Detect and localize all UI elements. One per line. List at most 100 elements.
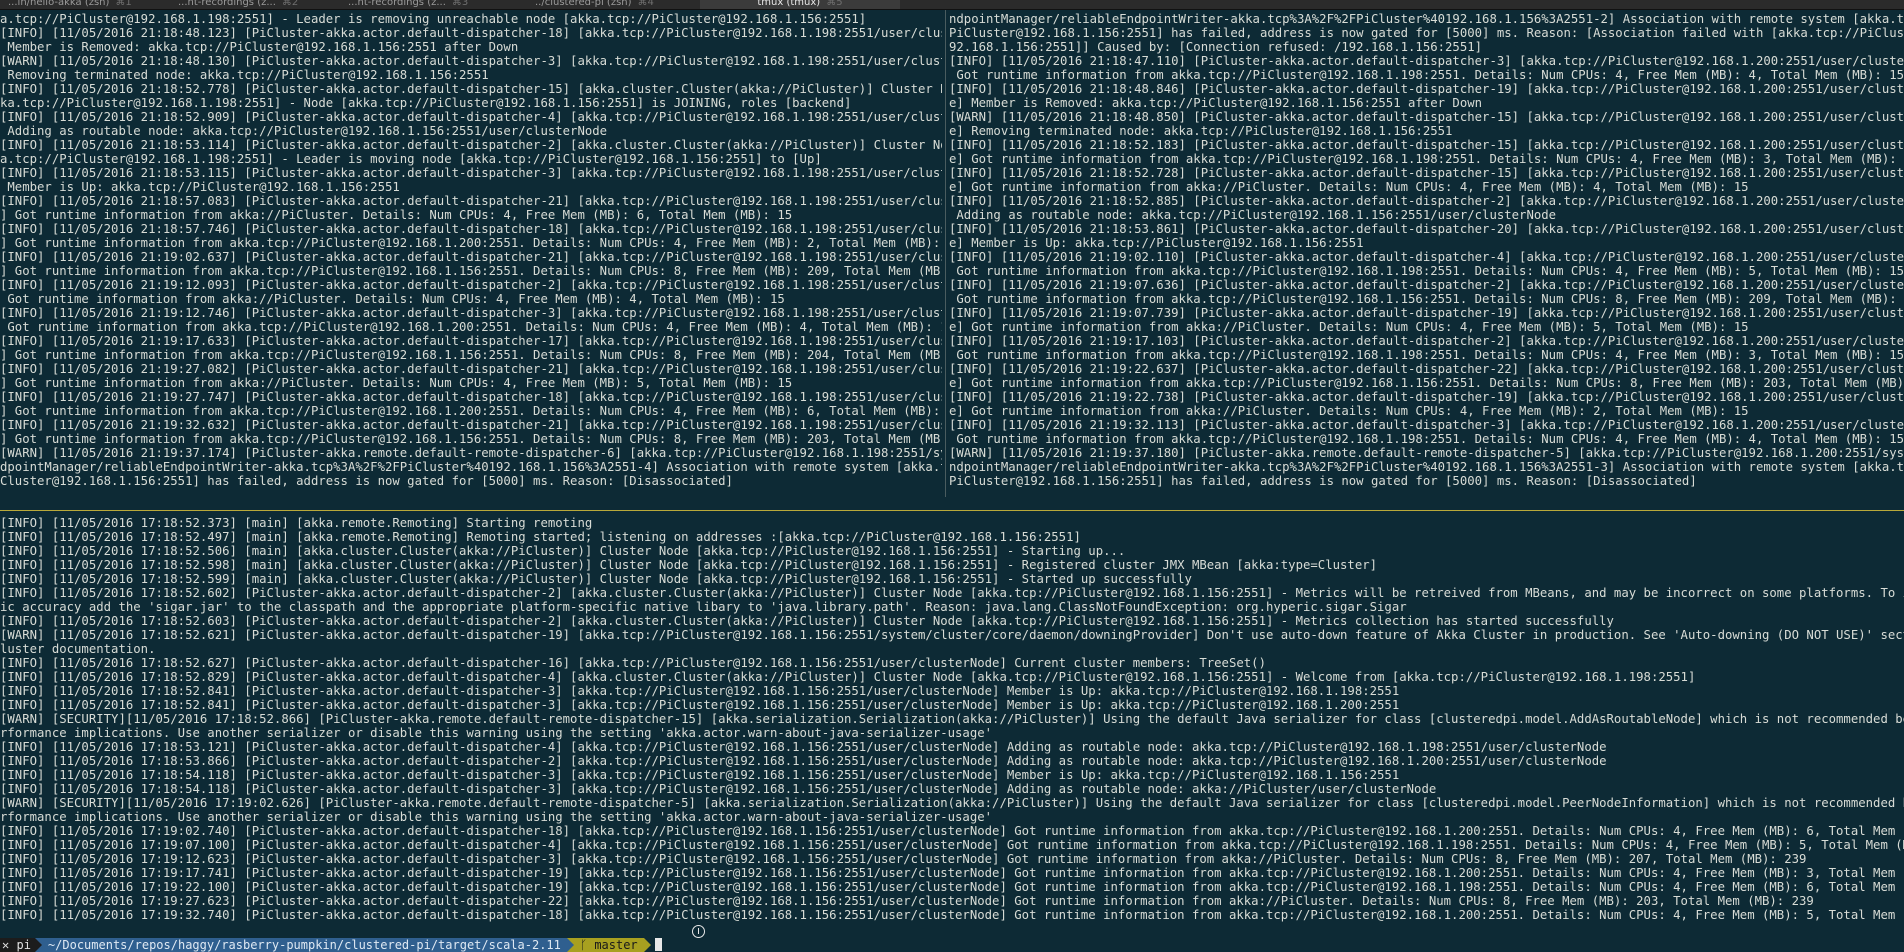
log-line: [INFO] [11/05/2016 17:18:52.373] [main] … <box>0 516 593 530</box>
log-line: e] Member is Up: akka.tcp://PiCluster@19… <box>949 236 1364 250</box>
log-line: Got runtime information from akka.tcp://… <box>949 292 1904 306</box>
log-line: [INFO] [11/05/2016 17:18:52.506] [main] … <box>0 544 1126 558</box>
log-line: a.tcp://PiCluster@192.168.1.198:2551] - … <box>0 12 867 26</box>
shell-prompt[interactable]: ✕ pi ~/Documents/repos/haggy/rasberry-pum… <box>0 938 1904 952</box>
log-line: [INFO] [11/05/2016 17:19:27.623] [PiClus… <box>0 894 1814 908</box>
log-line: [INFO] [11/05/2016 21:19:17.103] [PiClus… <box>949 334 1904 348</box>
log-line: dpointManager/reliableEndpointWriter-akk… <box>0 460 942 474</box>
log-line: [INFO] [11/05/2016 21:19:27.747] [PiClus… <box>0 390 942 404</box>
pane-divider-vertical[interactable] <box>945 10 946 497</box>
log-line: [INFO] [11/05/2016 21:18:53.114] [PiClus… <box>0 138 942 152</box>
log-line: [INFO] [11/05/2016 17:18:52.599] [main] … <box>0 572 1192 586</box>
log-line: [WARN] [11/05/2016 21:18:48.130] [PiClus… <box>0 54 942 68</box>
prompt-user-icon: ✕ <box>2 938 10 952</box>
log-line: ] Got runtime information from akka://Pi… <box>0 376 793 390</box>
log-line: [INFO] [11/05/2016 17:18:52.602] [PiClus… <box>0 586 1904 600</box>
log-line: ] Got runtime information from akka.tcp:… <box>0 236 942 250</box>
tab-label: ...in/hello-akka (zsh) <box>8 0 110 8</box>
tab-label: ../clustered-pi (zsh) <box>535 0 632 8</box>
log-line: PiCluster@192.168.1.156:2551] has failed… <box>949 474 1697 488</box>
log-line: [INFO] [11/05/2016 21:19:02.637] [PiClus… <box>0 250 942 264</box>
tab-clustered-pi[interactable]: ../clustered-pi (zsh) ⌘4 <box>535 0 695 9</box>
tab-hello-akka[interactable]: ...in/hello-akka (zsh) ⌘1 <box>8 0 148 9</box>
log-line: rformance implications. Use another seri… <box>0 726 993 740</box>
log-line: [INFO] [11/05/2016 21:18:52.778] [PiClus… <box>0 82 942 96</box>
log-line: [INFO] [11/05/2016 17:19:07.100] [PiClus… <box>0 838 1904 852</box>
log-line: [INFO] [11/05/2016 21:19:12.746] [PiClus… <box>0 306 942 320</box>
log-line: [WARN] [11/05/2016 21:19:37.174] [PiClus… <box>0 446 942 460</box>
log-line: Got runtime information from akka.tcp://… <box>949 264 1904 278</box>
mouse-pointer-icon <box>692 925 705 938</box>
log-line: [INFO] [11/05/2016 21:19:32.113] [PiClus… <box>949 418 1904 432</box>
log-line: 92.168.1.156:2551]] Caused by: [Connecti… <box>949 40 1483 54</box>
log-line: Got runtime information from akka.tcp://… <box>0 320 942 334</box>
log-line: [INFO] [11/05/2016 21:19:12.093] [PiClus… <box>0 278 942 292</box>
log-line: [INFO] [11/05/2016 21:18:48.123] [PiClus… <box>0 26 942 40</box>
tmux-pane-top-left[interactable]: a.tcp://PiCluster@192.168.1.198:2551] - … <box>0 12 942 498</box>
tab-recordings-1[interactable]: ...nt-recordings (z... ⌘2 <box>178 0 328 9</box>
powerline-separator-icon <box>643 938 651 952</box>
log-line: [INFO] [11/05/2016 21:18:57.746] [PiClus… <box>0 222 942 236</box>
tab-shortcut: ⌘1 <box>115 0 132 8</box>
log-line: [INFO] [11/05/2016 17:18:52.829] [PiClus… <box>0 670 1696 684</box>
log-line: [WARN] [SECURITY][11/05/2016 17:19:02.62… <box>0 796 1904 810</box>
tab-shortcut: ⌘5 <box>826 0 843 8</box>
terminal-tab-bar: ...in/hello-akka (zsh) ⌘1 ...nt-recording… <box>0 0 1904 10</box>
log-line: Got runtime information from akka://PiCl… <box>0 292 785 306</box>
log-line: [INFO] [11/05/2016 21:18:52.728] [PiClus… <box>949 166 1904 180</box>
tab-recordings-2[interactable]: ...nt-recordings (z... ⌘3 <box>348 0 498 9</box>
log-line: Cluster@192.168.1.156:2551] has failed, … <box>0 474 733 488</box>
log-line: [INFO] [11/05/2016 21:18:57.083] [PiClus… <box>0 194 942 208</box>
text-cursor <box>654 938 662 951</box>
tab-shortcut: ⌘2 <box>281 0 299 8</box>
log-line: e] Got runtime information from akka.tcp… <box>949 376 1904 390</box>
tmux-pane-top-right[interactable]: ndpointManager/reliableEndpointWriter-ak… <box>949 12 1904 498</box>
log-line: [INFO] [11/05/2016 17:19:32.740] [PiClus… <box>0 908 1904 922</box>
pane-divider-horizontal[interactable] <box>0 510 1904 511</box>
log-line: [WARN] [11/05/2016 21:19:37.180] [PiClus… <box>949 446 1904 460</box>
log-line: [INFO] [11/05/2016 21:19:07.636] [PiClus… <box>949 278 1904 292</box>
powerline-separator-icon <box>34 938 42 952</box>
log-line: Got runtime information from akka.tcp://… <box>949 432 1904 446</box>
log-line: [INFO] [11/05/2016 21:19:22.637] [PiClus… <box>949 362 1904 376</box>
log-line: [INFO] [11/05/2016 21:19:32.632] [PiClus… <box>0 418 942 432</box>
tab-shortcut: ⌘3 <box>451 0 469 8</box>
log-line: Removing terminated node: akka.tcp://PiC… <box>0 68 489 82</box>
log-line: ndpointManager/reliableEndpointWriter-ak… <box>949 12 1904 26</box>
log-line: [INFO] [11/05/2016 17:18:52.603] [PiClus… <box>0 614 1614 628</box>
tab-shortcut: ⌘4 <box>637 0 654 8</box>
log-line: [WARN] [11/05/2016 21:18:48.850] [PiClus… <box>949 110 1904 124</box>
log-line: ] Got runtime information from akka.tcp:… <box>0 264 942 278</box>
log-line: [INFO] [11/05/2016 17:18:52.598] [main] … <box>0 558 1378 572</box>
log-line: [INFO] [11/05/2016 17:18:52.841] [PiClus… <box>0 684 1400 698</box>
log-line: ] Got runtime information from akka.tcp:… <box>0 404 942 418</box>
prompt-git-branch: master <box>594 938 638 952</box>
log-line: e] Got runtime information from akka.tcp… <box>949 152 1904 166</box>
log-line: e] Removing terminated node: akka.tcp://… <box>949 124 1453 138</box>
log-line: e] Got runtime information from akka://P… <box>949 180 1749 194</box>
log-line: ic accuracy add the 'sigar.jar' to the c… <box>0 600 1407 614</box>
tab-tmux[interactable]: tmux (tmux) ⌘5 <box>700 0 900 9</box>
log-line: ] Got runtime information from akka://Pi… <box>0 208 793 222</box>
prompt-git-segment: ᚴ master <box>573 938 644 952</box>
log-line: [INFO] [11/05/2016 21:19:27.082] [PiClus… <box>0 362 942 376</box>
log-line: [INFO] [11/05/2016 17:18:52.497] [main] … <box>0 530 1081 544</box>
log-line: [INFO] [11/05/2016 21:19:07.739] [PiClus… <box>949 306 1904 320</box>
log-line: Adding as routable node: akka.tcp://PiCl… <box>0 124 608 138</box>
log-line: [INFO] [11/05/2016 17:19:02.740] [PiClus… <box>0 824 1904 838</box>
log-line: PiCluster@192.168.1.156:2551] has failed… <box>949 26 1904 40</box>
log-line: Got runtime information from akka.tcp://… <box>949 348 1904 362</box>
log-line: [INFO] [11/05/2016 21:18:47.110] [PiClus… <box>949 54 1904 68</box>
log-line: [INFO] [11/05/2016 17:18:54.118] [PiClus… <box>0 768 1400 782</box>
log-line: ka.tcp://PiCluster@192.168.1.198:2551] -… <box>0 96 852 110</box>
log-line: ndpointManager/reliableEndpointWriter-ak… <box>949 460 1904 474</box>
log-line: [INFO] [11/05/2016 21:18:53.861] [PiClus… <box>949 222 1904 236</box>
git-branch-icon: ᚴ <box>579 938 588 952</box>
log-line: e] Member is Removed: akka.tcp://PiClust… <box>949 96 1483 110</box>
log-line: Member is Removed: akka.tcp://PiCluster@… <box>0 40 519 54</box>
tmux-pane-bottom[interactable]: [INFO] [11/05/2016 17:18:52.373] [main] … <box>0 516 1904 936</box>
log-line: Got runtime information from akka.tcp://… <box>949 68 1904 82</box>
log-line: a.tcp://PiCluster@192.168.1.198:2551] - … <box>0 152 822 166</box>
log-line: [INFO] [11/05/2016 21:18:52.183] [PiClus… <box>949 138 1904 152</box>
log-line: rformance implications. Use another seri… <box>0 810 993 824</box>
